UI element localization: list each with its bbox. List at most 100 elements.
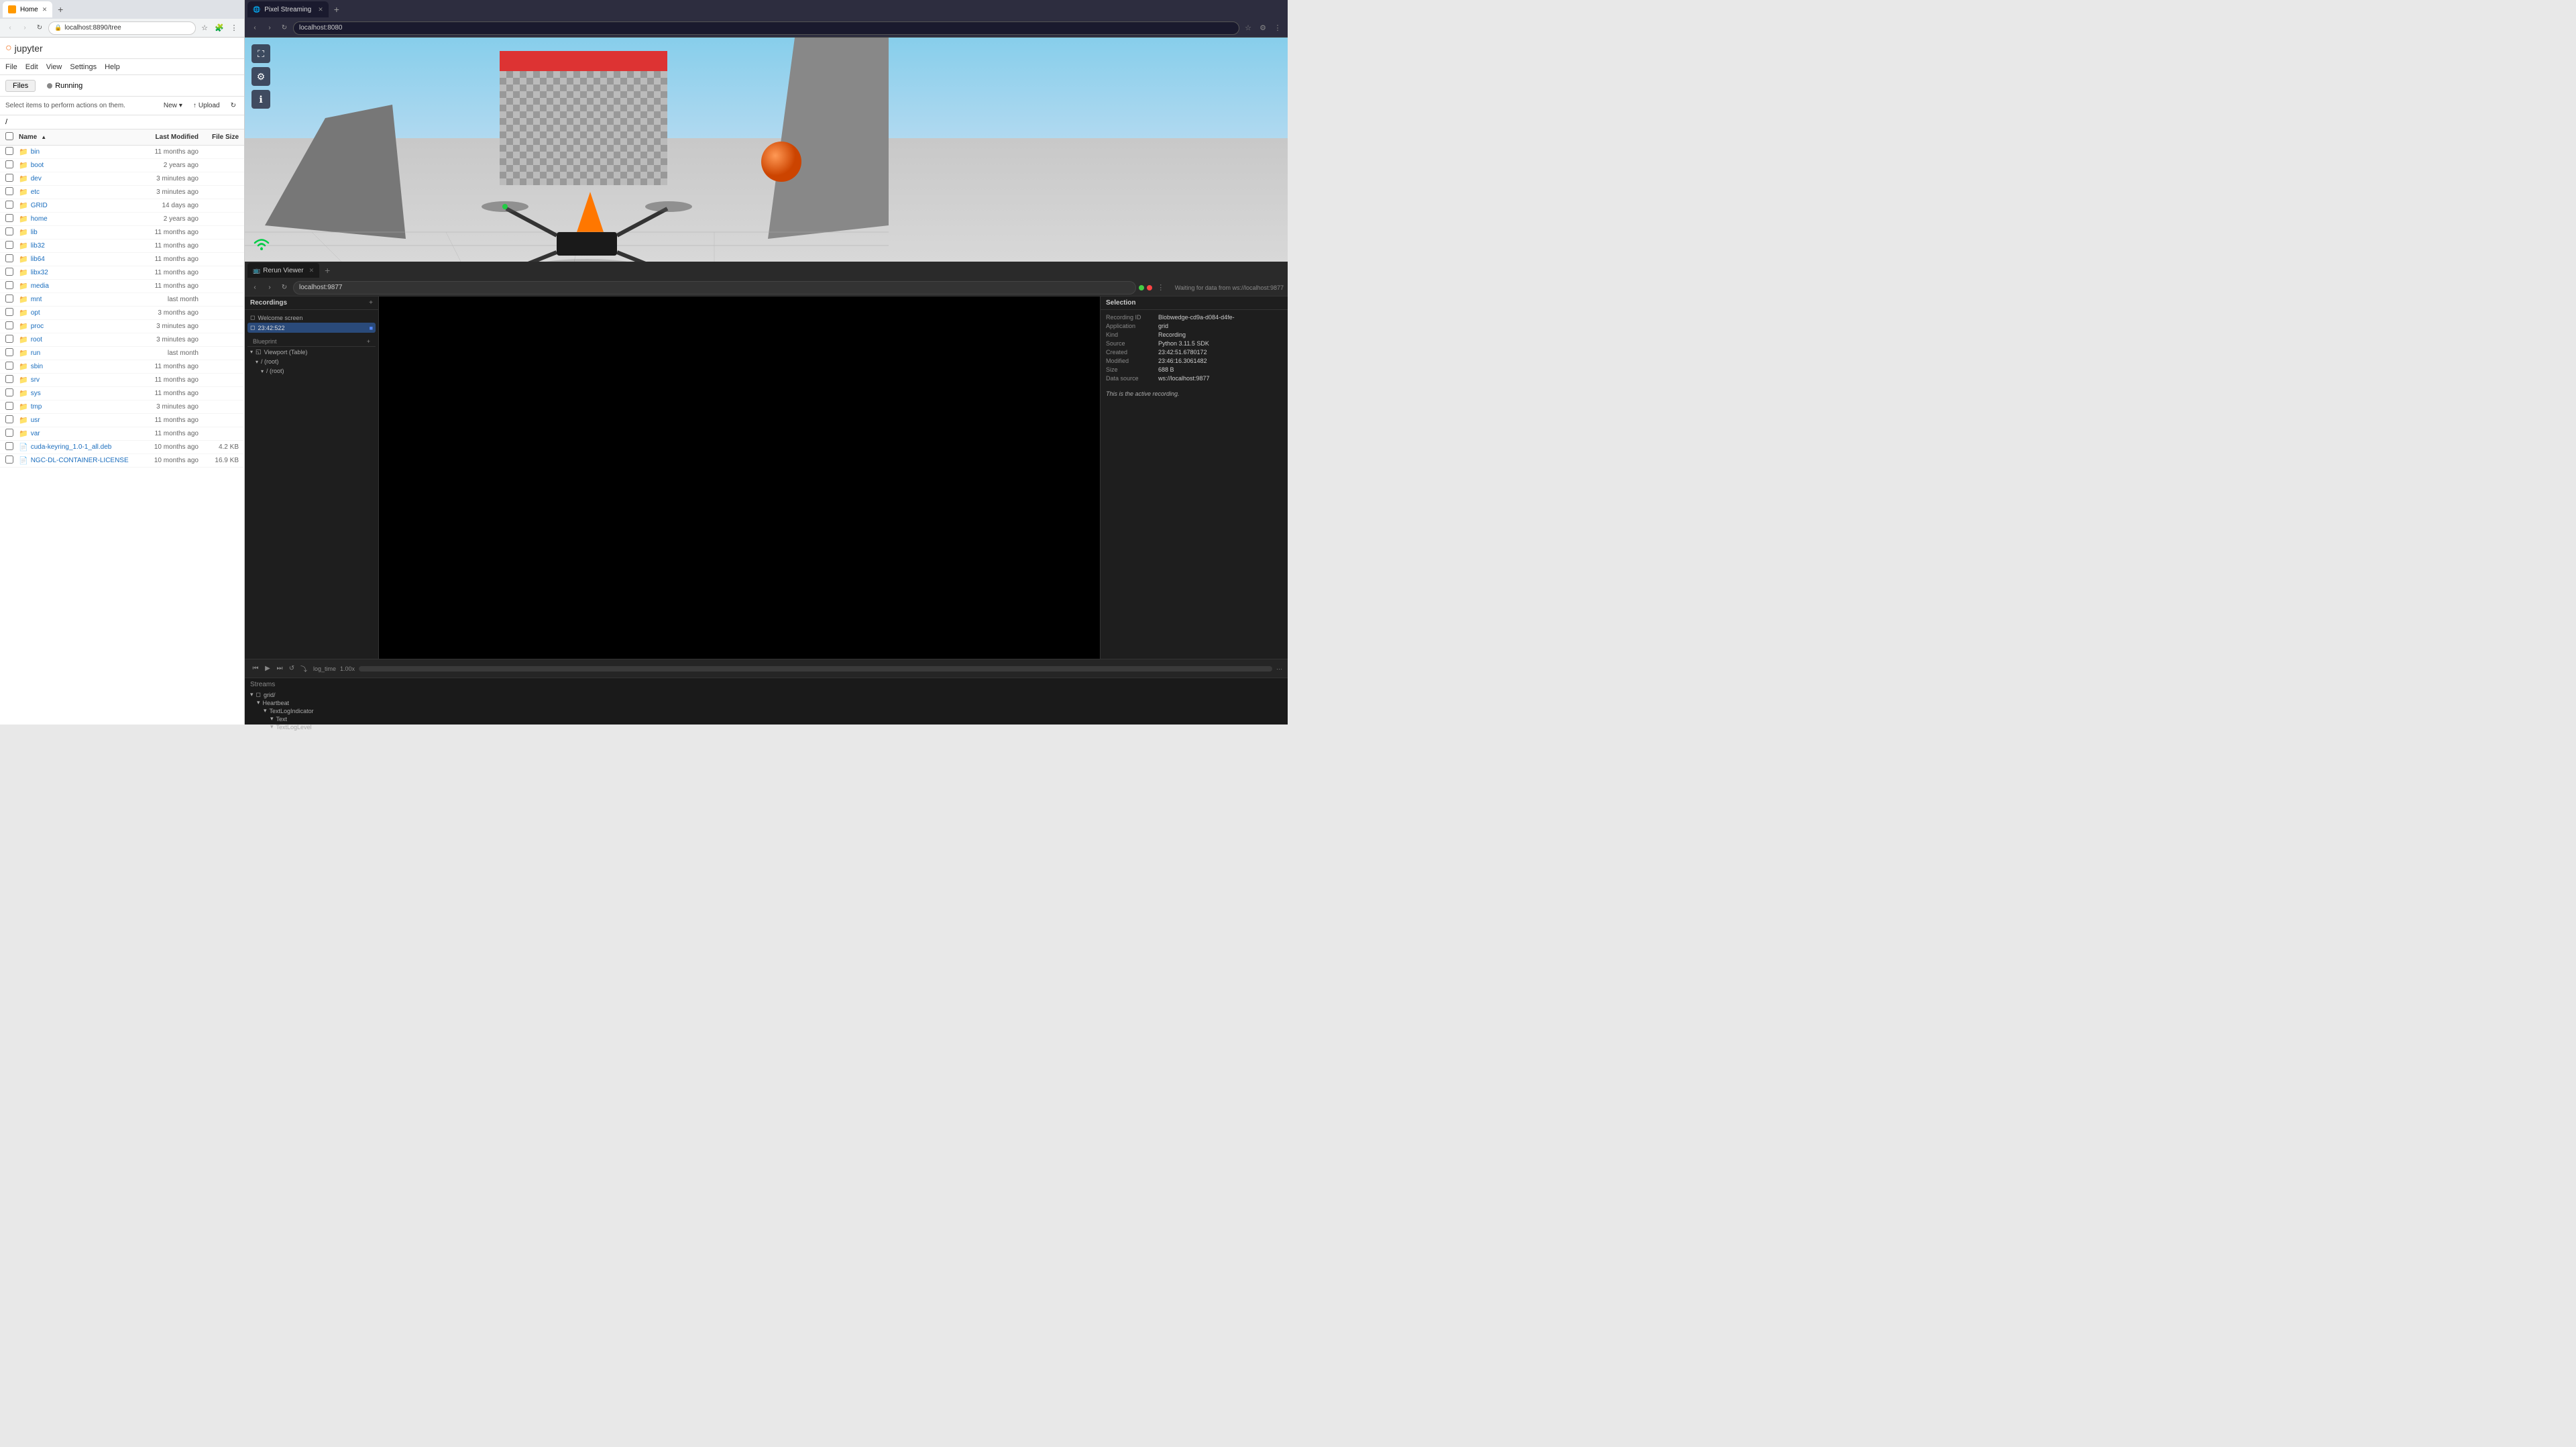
rerun-tab[interactable]: 📺 Rerun Viewer ✕ (247, 263, 319, 278)
file-link-22[interactable]: cuda-keyring_1.0-1_all.deb (31, 443, 112, 451)
reload-button[interactable]: ↻ (34, 22, 46, 34)
settings-overlay-button[interactable]: ⚙ (251, 67, 270, 86)
file-checkbox-3[interactable] (5, 187, 13, 195)
file-link-9[interactable]: libx32 (31, 269, 48, 276)
file-checkbox-8[interactable] (5, 254, 13, 262)
file-checkbox-14[interactable] (5, 335, 13, 343)
forward-button[interactable]: › (19, 22, 31, 34)
bookmark-icon[interactable]: ☆ (199, 22, 211, 34)
rerun-tab-close[interactable]: ✕ (309, 267, 315, 274)
jupyter-tab-close[interactable]: ✕ (42, 6, 48, 13)
add-recording-button[interactable]: + (369, 299, 373, 307)
file-checkbox-4[interactable] (5, 201, 13, 209)
file-checkbox-2[interactable] (5, 174, 13, 182)
file-checkbox-7[interactable] (5, 241, 13, 249)
menu-icon[interactable]: ⋮ (228, 22, 240, 34)
rerun-recording-item[interactable]: ◻ 23:42:522 ■ (247, 323, 376, 333)
file-checkbox-20[interactable] (5, 415, 13, 423)
file-link-8[interactable]: lib64 (31, 256, 45, 263)
timeline-track[interactable] (359, 666, 1272, 672)
menu-file[interactable]: File (5, 63, 17, 71)
file-checkbox-5[interactable] (5, 214, 13, 222)
file-checkbox-10[interactable] (5, 281, 13, 289)
rerun-back-button[interactable]: ‹ (249, 282, 261, 294)
file-checkbox-21[interactable] (5, 429, 13, 437)
file-checkbox-1[interactable] (5, 160, 13, 168)
file-link-11[interactable]: mnt (31, 296, 42, 303)
select-all-checkbox[interactable] (5, 132, 13, 140)
rerun-menu-icon[interactable]: ⋮ (1155, 282, 1167, 294)
rerun-welcome-screen[interactable]: ◻ Welcome screen (247, 313, 376, 323)
file-link-13[interactable]: proc (31, 323, 44, 330)
file-link-16[interactable]: sbin (31, 363, 43, 370)
pixel-back-button[interactable]: ‹ (249, 22, 261, 34)
blueprint-viewport[interactable]: ▾ ◱ Viewport (Table) (247, 347, 376, 357)
file-checkbox-6[interactable] (5, 227, 13, 235)
recording-action[interactable]: ■ (370, 325, 373, 331)
menu-view[interactable]: View (46, 63, 62, 71)
file-checkbox-12[interactable] (5, 308, 13, 316)
file-link-14[interactable]: root (31, 336, 42, 343)
file-link-0[interactable]: bin (31, 148, 40, 156)
file-checkbox-17[interactable] (5, 375, 13, 383)
file-checkbox-0[interactable] (5, 147, 13, 155)
file-checkbox-19[interactable] (5, 402, 13, 410)
file-link-19[interactable]: tmp (31, 403, 42, 411)
tab-running[interactable]: Running (40, 80, 90, 92)
file-checkbox-23[interactable] (5, 455, 13, 464)
rerun-main-canvas[interactable] (379, 297, 1100, 659)
file-checkbox-9[interactable] (5, 268, 13, 276)
refresh-button[interactable]: ↻ (228, 101, 239, 111)
tab-files[interactable]: Files (5, 80, 36, 92)
pixel-forward-button[interactable]: › (264, 22, 276, 34)
timeline-loop[interactable]: ↺ (286, 663, 297, 674)
new-button[interactable]: New ▾ (161, 101, 185, 111)
file-link-3[interactable]: etc (31, 189, 40, 196)
file-link-12[interactable]: opt (31, 309, 40, 317)
pixel-address-bar[interactable]: localhost:8080 (293, 21, 1239, 35)
file-link-17[interactable]: srv (31, 376, 40, 384)
address-bar[interactable]: 🔒 localhost:8890/tree (48, 21, 196, 35)
timeline-play[interactable]: ▶ (262, 663, 273, 674)
pixel-tab[interactable]: 🌐 Pixel Streaming ✕ (247, 1, 329, 17)
extension-icon[interactable]: 🧩 (213, 22, 225, 34)
file-link-2[interactable]: dev (31, 175, 42, 182)
menu-settings[interactable]: Settings (70, 63, 97, 71)
jupyter-new-tab[interactable]: + (54, 3, 67, 16)
timeline-skip-fwd[interactable]: ⏭ (274, 663, 285, 674)
jupyter-tab-home[interactable]: Home ✕ (3, 1, 52, 17)
info-button[interactable]: ℹ (251, 90, 270, 109)
file-link-7[interactable]: lib32 (31, 242, 45, 250)
header-size[interactable]: File Size (199, 133, 239, 141)
pixel-settings-icon[interactable]: ⚙ (1257, 22, 1269, 34)
menu-help[interactable]: Help (105, 63, 120, 71)
file-link-18[interactable]: sys (31, 390, 41, 397)
stream-item-text[interactable]: ▾ Text (250, 715, 1282, 722)
pixel-menu-icon[interactable]: ⋮ (1272, 22, 1284, 34)
stream-item-textlog[interactable]: ▾ TextLogIndicator (250, 707, 1282, 714)
file-checkbox-22[interactable] (5, 442, 13, 450)
file-link-5[interactable]: home (31, 215, 48, 223)
grid-root-item-2[interactable]: ▾ / (root) (247, 366, 376, 376)
rerun-new-tab[interactable]: + (321, 264, 334, 277)
rerun-forward-button[interactable]: › (264, 282, 276, 294)
file-checkbox-11[interactable] (5, 294, 13, 303)
file-link-15[interactable]: run (31, 350, 40, 357)
stream-item-heartbeat[interactable]: ▾ Heartbeat (250, 699, 1282, 706)
grid-root-item-1[interactable]: ▾ / (root) (247, 357, 376, 366)
file-link-23[interactable]: NGC-DL-CONTAINER-LICENSE (31, 457, 129, 464)
file-link-20[interactable]: usr (31, 417, 40, 424)
stream-item-textloglevel[interactable]: ▾ TextLogLevel (250, 723, 1282, 731)
menu-edit[interactable]: Edit (25, 63, 38, 71)
file-link-6[interactable]: lib (31, 229, 38, 236)
back-button[interactable]: ‹ (4, 22, 16, 34)
upload-button[interactable]: ↑ Upload (190, 101, 223, 111)
pixel-bookmark-icon[interactable]: ☆ (1242, 22, 1254, 34)
rerun-reload-button[interactable]: ↻ (278, 282, 290, 294)
file-link-4[interactable]: GRID (31, 202, 48, 209)
header-name[interactable]: Name ▲ (19, 133, 131, 141)
pixel-tab-close[interactable]: ✕ (318, 6, 323, 13)
file-checkbox-15[interactable] (5, 348, 13, 356)
file-link-21[interactable]: var (31, 430, 40, 437)
breadcrumb-root[interactable]: / (5, 118, 7, 126)
